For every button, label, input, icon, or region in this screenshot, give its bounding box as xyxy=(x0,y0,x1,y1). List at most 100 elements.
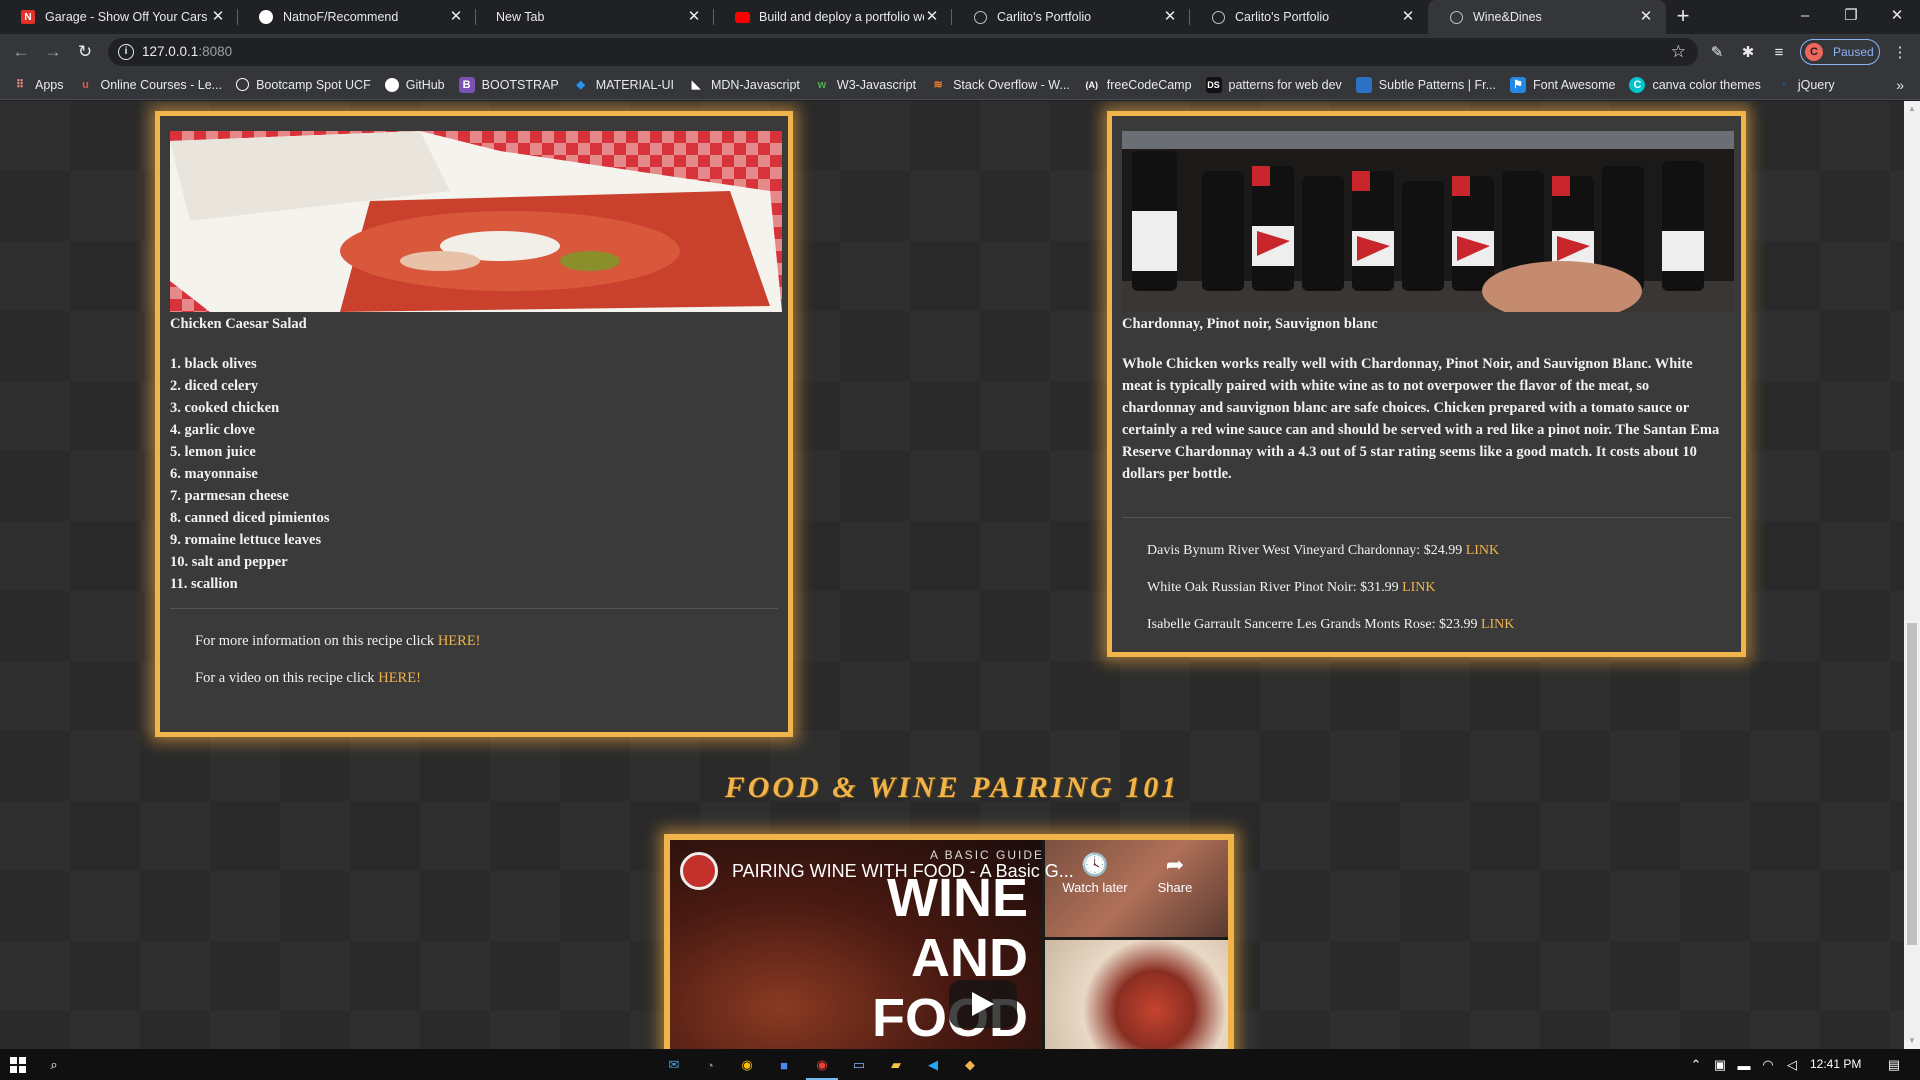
bookmark-udemy[interactable]: u Online Courses - Le... xyxy=(78,77,222,93)
star-icon[interactable]: ☆ xyxy=(1671,42,1686,62)
bookmark-apps[interactable]: ⠿ Apps xyxy=(12,77,64,93)
netlify-n-icon: N xyxy=(20,9,36,25)
wine-card: Chardonnay, Pinot noir, Sauvignon blanc … xyxy=(1107,111,1746,657)
bookmark-subtle-patterns[interactable]: Subtle Patterns | Fr... xyxy=(1355,76,1496,93)
wine-description: Whole Chicken works really well with Cha… xyxy=(1122,356,1720,482)
chrome-icon[interactable]: ◉ xyxy=(737,1055,757,1075)
video-title[interactable]: PAIRING WINE WITH FOOD - A Basic G... xyxy=(732,861,1074,882)
app-icon[interactable]: ◔ xyxy=(700,1055,720,1075)
chevron-right-icon[interactable]: » xyxy=(1896,77,1904,93)
video-thumbnail-food xyxy=(1045,940,1228,1049)
bookmark-material-ui[interactable]: ◆ MATERIAL-UI xyxy=(573,77,674,93)
mail-icon[interactable]: ✉ xyxy=(664,1055,684,1075)
vscode-icon[interactable]: ◀ xyxy=(923,1055,943,1075)
close-icon[interactable]: ✕ xyxy=(1162,9,1178,25)
play-button[interactable] xyxy=(949,980,1017,1028)
share-button[interactable]: ➦ Share xyxy=(1140,852,1210,895)
wine-link[interactable]: LINK xyxy=(1481,617,1514,632)
volume-icon[interactable]: ◁ xyxy=(1782,1055,1802,1075)
info-icon[interactable]: i xyxy=(118,44,134,60)
close-icon[interactable]: ✕ xyxy=(686,9,702,25)
search-icon[interactable]: ⌕ xyxy=(44,1055,64,1075)
wine-image xyxy=(1122,131,1734,312)
bookmark-github[interactable]: GitHub xyxy=(384,77,445,92)
browser-tab[interactable]: NatnoF/Recommend ✕ xyxy=(238,0,476,34)
video-embed[interactable]: A BASIC GUIDE WINE AND FOOD PAIRING WINE… xyxy=(664,834,1234,1049)
bookmark-font-awesome[interactable]: ⚑ Font Awesome xyxy=(1509,76,1615,93)
forward-arrow-icon[interactable]: → xyxy=(40,39,66,65)
bookmark-jquery[interactable]: ◔ jQuery xyxy=(1775,77,1835,93)
browser-tab-active[interactable]: Wine&Dines ✕ xyxy=(1428,0,1666,34)
scroll-up-arrow-icon[interactable]: ▲ xyxy=(1904,101,1920,117)
tab-title: Carlito's Portfolio xyxy=(1235,10,1330,24)
file-explorer-icon[interactable]: ▰ xyxy=(886,1055,906,1075)
bookmark-w3[interactable]: w W3-Javascript xyxy=(814,77,916,93)
restore-icon[interactable]: ❐ xyxy=(1828,0,1874,30)
profile-button[interactable]: C Paused xyxy=(1800,39,1880,65)
system-clock[interactable]: 12:41 PM xyxy=(1810,1057,1861,1071)
close-window-icon[interactable]: ✕ xyxy=(1874,0,1920,30)
address-bar[interactable]: i 127.0.0.1:8080 ☆ xyxy=(108,38,1698,66)
youtube-icon xyxy=(734,9,750,25)
minimize-icon[interactable]: – xyxy=(1782,0,1828,30)
close-icon[interactable]: ✕ xyxy=(210,9,226,25)
close-icon[interactable]: ✕ xyxy=(1400,9,1416,25)
canva-icon: C xyxy=(1629,76,1646,93)
list-item: 3. cooked chicken xyxy=(170,400,280,416)
wifi-icon[interactable]: ◠ xyxy=(1758,1055,1778,1075)
bookmarks-bar: ⠿ Apps u Online Courses - Le... Bootcamp S… xyxy=(0,70,1920,100)
zoom-icon[interactable]: ■ xyxy=(774,1055,794,1075)
terminal-icon[interactable]: ▭ xyxy=(849,1055,869,1075)
divider xyxy=(170,608,778,609)
battery-icon[interactable]: ▬ xyxy=(1734,1055,1754,1075)
scroll-down-arrow-icon[interactable]: ▼ xyxy=(1904,1033,1920,1049)
scrollbar[interactable]: ▲ ▼ xyxy=(1904,101,1920,1049)
recipe-card: Chicken Caesar Salad 1. black olives 2. … xyxy=(155,111,793,737)
recipe-video-link[interactable]: HERE! xyxy=(378,670,421,686)
browser-tab[interactable]: Carlito's Portfolio ✕ xyxy=(952,0,1190,34)
browser-tab[interactable]: Carlito's Portfolio ✕ xyxy=(1190,0,1428,34)
pen-extension-icon[interactable]: ✎ xyxy=(1707,42,1727,62)
wine-recommendation: White Oak Russian River Pinot Noir: $31.… xyxy=(1147,580,1436,595)
close-icon[interactable]: ✕ xyxy=(1638,9,1654,25)
watch-later-button[interactable]: 🕓 Watch later xyxy=(1060,852,1130,895)
puzzle-icon[interactable]: ✱ xyxy=(1738,42,1758,62)
page-viewport: Chicken Caesar Salad 1. black olives 2. … xyxy=(0,101,1904,1049)
new-tab-button[interactable]: + xyxy=(1666,0,1700,34)
recipe-info-link[interactable]: HERE! xyxy=(438,633,481,649)
browser-tab[interactable]: New Tab ✕ xyxy=(476,0,714,34)
wine-link[interactable]: LINK xyxy=(1466,543,1499,558)
wine-bottles-image xyxy=(1122,131,1734,312)
browser-tab[interactable]: Build and deploy a portfolio web ✕ xyxy=(714,0,952,34)
scrollbar-thumb[interactable] xyxy=(1907,623,1917,945)
notification-icon[interactable]: ▤ xyxy=(1884,1055,1904,1075)
bookmark-patterns[interactable]: DS patterns for web dev xyxy=(1205,76,1342,93)
close-icon[interactable]: ✕ xyxy=(448,9,464,25)
recipe-image xyxy=(170,131,782,312)
list-item: 1. black olives xyxy=(170,356,257,372)
kebab-menu-icon[interactable]: ⋮ xyxy=(1890,42,1910,62)
url-text[interactable]: 127.0.0.1:8080 xyxy=(142,44,232,59)
tab-strip: N Garage - Show Off Your Cars | N ✕ Natn… xyxy=(0,0,1920,34)
chrome-active-icon[interactable]: ◉ xyxy=(812,1055,832,1075)
bookmark-freecodecamp[interactable]: (A) freeCodeCamp xyxy=(1084,77,1192,93)
windows-start-icon[interactable] xyxy=(8,1055,28,1075)
back-arrow-icon[interactable]: ← xyxy=(8,39,34,65)
tab-title: Garage - Show Off Your Cars | N xyxy=(45,10,210,24)
git-icon[interactable]: ◆ xyxy=(960,1055,980,1075)
bookmark-stackoverflow[interactable]: ≋ Stack Overflow - W... xyxy=(930,77,1069,93)
bookmark-canva[interactable]: Ccanva color themes xyxy=(1629,76,1761,93)
meet-icon[interactable]: ▣ xyxy=(1710,1055,1730,1075)
bookmark-bootstrap[interactable]: B BOOTSTRAP xyxy=(458,76,559,93)
bookmark-bootcamp[interactable]: Bootcamp Spot UCF xyxy=(236,78,371,92)
bookmark-mdn[interactable]: ◣ MDN-Javascript xyxy=(688,77,800,93)
chevron-up-icon[interactable]: ⌃ xyxy=(1686,1055,1706,1075)
browser-tab[interactable]: N Garage - Show Off Your Cars | N ✕ xyxy=(0,0,238,34)
reading-list-icon[interactable]: ≡ xyxy=(1769,42,1789,62)
list-item: 7. parmesan cheese xyxy=(170,488,289,504)
close-icon[interactable]: ✕ xyxy=(924,9,940,25)
channel-avatar[interactable] xyxy=(680,852,718,890)
wine-link[interactable]: LINK xyxy=(1402,580,1435,595)
subtle-patterns-icon xyxy=(1355,76,1372,93)
reload-icon[interactable]: ↻ xyxy=(72,39,98,65)
